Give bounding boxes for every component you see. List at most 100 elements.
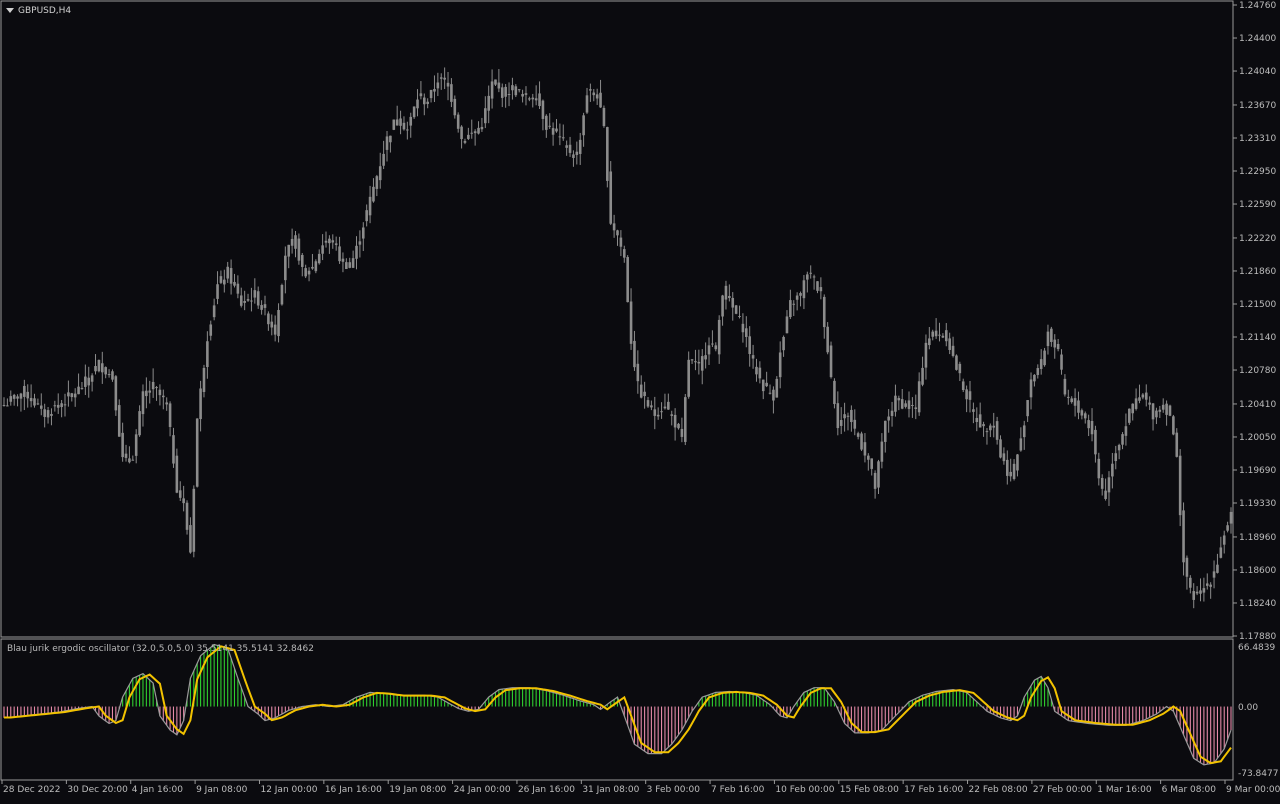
candle-body: [938, 334, 941, 336]
candle-body: [1182, 510, 1185, 563]
candle-body: [595, 94, 599, 99]
candle-body: [77, 386, 80, 395]
candle-body: [487, 95, 490, 111]
candle-body: [294, 235, 297, 249]
candle-body: [16, 396, 19, 399]
candle-body: [622, 249, 626, 258]
candle-body: [382, 153, 385, 166]
candle-body: [548, 125, 552, 127]
candle-body: [172, 435, 175, 464]
candle-body: [914, 407, 918, 409]
candle-body: [890, 410, 894, 416]
candle-body: [650, 405, 653, 408]
candle-body: [1141, 394, 1145, 398]
candle-body: [707, 345, 711, 355]
candle-body: [402, 122, 406, 130]
candle-body: [751, 355, 755, 359]
candle-body: [1087, 420, 1090, 429]
candle-body: [90, 375, 94, 382]
candle-body: [233, 281, 236, 286]
price-tick-label: 1.19330: [1239, 499, 1276, 509]
candle-body: [1138, 397, 1141, 401]
candle-body: [256, 291, 260, 306]
candle-body: [683, 397, 687, 442]
candle-body: [395, 119, 399, 126]
price-candles: [2, 67, 1233, 609]
candle-body: [792, 303, 796, 305]
candle-body: [833, 380, 836, 405]
candle-body: [941, 335, 945, 338]
candle-body: [436, 82, 440, 89]
candle-body: [826, 326, 829, 353]
candle-body: [982, 424, 985, 427]
candle-body: [284, 255, 287, 281]
candle-body: [1172, 416, 1175, 435]
candle-body: [551, 128, 555, 135]
candle-body: [1212, 571, 1216, 578]
candle-body: [361, 227, 365, 239]
candle-body: [541, 100, 545, 119]
candle-body: [246, 299, 250, 301]
candle-body: [1019, 438, 1023, 451]
candle-body: [765, 382, 768, 387]
candle-body: [511, 85, 514, 91]
candle-body: [1128, 408, 1131, 423]
candle-body: [745, 328, 748, 337]
candle-body: [385, 136, 389, 150]
time-tick-label: 24 Jan 00:00: [454, 785, 511, 795]
price-tick-label: 1.18960: [1239, 533, 1276, 543]
time-tick-label: 16 Jan 16:00: [325, 785, 382, 795]
trading-chart[interactable]: 1.24760 1.24400 1.24040 1.23670 1.23310 1.229…: [0, 0, 1280, 800]
candle-body: [687, 359, 690, 397]
chart-canvas[interactable]: 1.24760 1.24400 1.24040 1.23670 1.23310 1.229…: [0, 0, 1280, 800]
candle-body: [1063, 378, 1067, 395]
price-tick-label: 1.23310: [1239, 134, 1276, 144]
candle-body: [1083, 413, 1087, 419]
candle-body: [704, 355, 707, 360]
candle-body: [470, 132, 474, 134]
candle-body: [1222, 535, 1226, 545]
candle-body: [873, 472, 877, 489]
candle-body: [565, 145, 568, 148]
candle-body: [250, 300, 253, 302]
candle-body: [1151, 403, 1155, 420]
candle-body: [900, 399, 904, 409]
candle-body: [521, 94, 524, 97]
candle-body: [429, 89, 433, 99]
candle-body: [748, 336, 751, 355]
candle-body: [646, 400, 650, 407]
candle-body: [406, 129, 409, 131]
candle-body: [545, 115, 548, 130]
candle-body: [355, 245, 358, 259]
candle-body: [1050, 328, 1053, 342]
candle-body: [39, 405, 43, 409]
candle-body: [633, 340, 636, 368]
indicator-label: Blau jurik ergodic oscillator (32.0,5.0,…: [7, 644, 314, 654]
candle-body: [721, 295, 724, 317]
candle-body: [280, 284, 284, 305]
candle-body: [209, 324, 213, 336]
candle-body: [226, 266, 230, 279]
candle-body: [185, 502, 189, 530]
candle-body: [358, 241, 362, 245]
candle-body: [206, 341, 209, 368]
candle-body: [67, 392, 70, 397]
candle-body: [626, 257, 629, 303]
candle-body: [1209, 584, 1212, 587]
candle-body: [399, 118, 402, 126]
candle-body: [1005, 459, 1009, 476]
time-tick-label: 9 Jan 08:00: [196, 785, 248, 795]
price-tick-label: 1.17880: [1239, 632, 1276, 642]
candle-body: [151, 381, 155, 390]
candle-body: [1002, 453, 1006, 462]
candle-body: [199, 388, 202, 420]
candle-body: [1033, 374, 1036, 382]
candle-body: [80, 388, 84, 390]
time-tick-label: 1 Mar 16:00: [1097, 785, 1152, 795]
candle-body: [504, 86, 507, 97]
candle-body: [917, 381, 921, 413]
candle-body: [524, 93, 528, 95]
candle-body: [812, 276, 816, 278]
candle-body: [894, 395, 897, 412]
triangle-down-icon[interactable]: [6, 8, 14, 13]
